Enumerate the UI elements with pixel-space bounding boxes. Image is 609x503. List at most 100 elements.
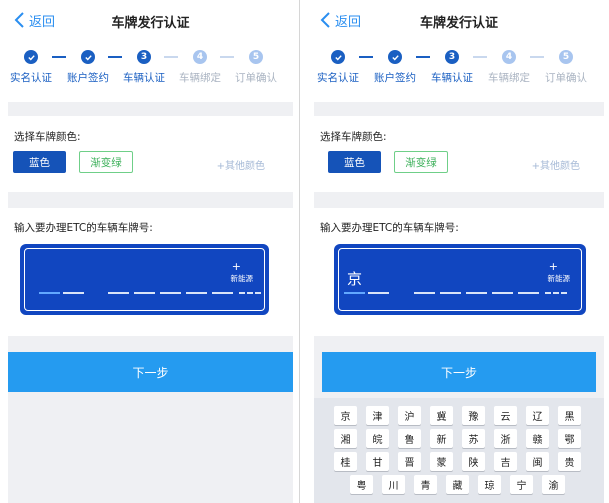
step-number: 5 <box>559 50 573 64</box>
progress-steps: 实名认证 账户签约 3 车辆认证 4 车辆绑定 5 订单确认 <box>314 40 604 102</box>
plate-slot-4[interactable] <box>134 292 155 294</box>
plate-slot-new-energy[interactable] <box>545 292 567 294</box>
plate-color-label: 选择车牌颜色: <box>14 131 81 143</box>
check-icon <box>81 50 95 64</box>
plate-color-section: 选择车牌颜色: 蓝色 渐变绿 +其他颜色 <box>314 116 604 192</box>
step-label: 账户签约 <box>67 72 109 84</box>
plate-color-label: 选择车牌颜色: <box>320 131 387 143</box>
key-province[interactable]: 浙 <box>494 429 517 448</box>
plate-slot-6[interactable] <box>492 292 513 294</box>
key-province[interactable]: 宁 <box>510 475 533 494</box>
plate-slot-3[interactable] <box>414 292 435 294</box>
plate-number-label: 输入要办理ETC的车辆车牌号: <box>14 222 153 234</box>
blue-color-button[interactable]: 蓝色 <box>13 151 66 173</box>
step-5: 5 订单确认 <box>228 50 284 85</box>
next-step-button[interactable]: 下一步 <box>322 352 596 392</box>
step-label: 车辆绑定 <box>179 72 221 84</box>
plate-slot-6[interactable] <box>186 292 207 294</box>
key-province[interactable]: 津 <box>366 406 389 425</box>
plate-slot-2[interactable] <box>63 292 84 294</box>
step-number: 3 <box>445 50 459 64</box>
key-province[interactable]: 赣 <box>526 429 549 448</box>
key-province[interactable]: 蒙 <box>430 452 453 471</box>
key-province[interactable]: 粤 <box>350 475 373 494</box>
key-province[interactable]: 琼 <box>478 475 501 494</box>
plate-number-section: 输入要办理ETC的车辆车牌号: + 新能源 <box>8 208 293 336</box>
plate-border <box>24 248 265 311</box>
nav-bar: 返回 车牌发行认证 <box>314 0 604 40</box>
key-province[interactable]: 桂 <box>334 452 357 471</box>
plate-slot-1[interactable] <box>344 292 365 294</box>
key-province[interactable]: 闽 <box>526 452 549 471</box>
new-energy-label[interactable]: 新能源 <box>548 273 571 284</box>
step-number: 5 <box>249 50 263 64</box>
plate-province-char: 京 <box>346 270 362 288</box>
province-keyboard: 京 津 沪 冀 豫 云 辽 黑 湘 皖 鲁 新 苏 浙 赣 鄂 桂 甘 晋 蒙 … <box>314 398 604 503</box>
plus-icon: + <box>548 260 558 273</box>
step-label: 车辆认证 <box>431 72 473 84</box>
key-province[interactable]: 苏 <box>462 429 485 448</box>
screen-divider <box>299 0 300 503</box>
new-energy-label[interactable]: 新能源 <box>231 273 254 284</box>
key-province[interactable]: 黑 <box>558 406 581 425</box>
key-province[interactable]: 青 <box>414 475 437 494</box>
plate-slot-5[interactable] <box>466 292 487 294</box>
key-province[interactable]: 湘 <box>334 429 357 448</box>
page-title: 车牌发行认证 <box>419 16 498 31</box>
plate-slot-7[interactable] <box>212 292 233 294</box>
check-icon <box>24 50 38 64</box>
key-province[interactable]: 沪 <box>398 406 421 425</box>
key-province[interactable]: 新 <box>430 429 453 448</box>
plate-slot-4[interactable] <box>440 292 461 294</box>
key-province[interactable]: 贵 <box>558 452 581 471</box>
other-colors-link[interactable]: +其他颜色 <box>532 157 580 172</box>
plate-slot-2[interactable] <box>368 292 389 294</box>
progress-steps: 实名认证 账户签约 3 车辆认证 4 车辆绑定 5 订单确认 <box>8 40 293 102</box>
page-title: 车牌发行认证 <box>111 16 190 31</box>
plate-color-section: 选择车牌颜色: 蓝色 渐变绿 +其他颜色 <box>8 116 293 192</box>
key-province[interactable]: 皖 <box>366 429 389 448</box>
plate-slot-new-energy[interactable] <box>239 292 261 294</box>
step-number: 4 <box>502 50 516 64</box>
step-label: 车辆认证 <box>123 72 165 84</box>
key-province[interactable]: 云 <box>494 406 517 425</box>
step-5: 5 订单确认 <box>538 50 594 85</box>
license-plate-input[interactable]: + 新能源 <box>20 244 269 315</box>
nav-bar: 返回 车牌发行认证 <box>8 0 293 40</box>
plate-number-section: 输入要办理ETC的车辆车牌号: 京 + 新能源 <box>314 208 604 336</box>
key-province[interactable]: 鄂 <box>558 429 581 448</box>
key-province[interactable]: 藏 <box>446 475 469 494</box>
step-3: 3 车辆认证 <box>424 50 480 85</box>
check-icon <box>331 50 345 64</box>
blue-color-button[interactable]: 蓝色 <box>328 151 381 173</box>
plate-slot-3[interactable] <box>108 292 129 294</box>
key-province[interactable]: 京 <box>334 406 357 425</box>
key-province[interactable]: 晋 <box>398 452 421 471</box>
phone-screen-left: 返回 车牌发行认证 实名认证 账户签约 3 车辆认证 4 车辆绑定 5 订单确认 <box>8 0 293 503</box>
key-province[interactable]: 甘 <box>366 452 389 471</box>
gradient-green-button[interactable]: 渐变绿 <box>394 151 448 173</box>
plus-icon: + <box>231 260 241 273</box>
key-province[interactable]: 豫 <box>462 406 485 425</box>
other-colors-link[interactable]: +其他颜色 <box>217 157 265 172</box>
key-province[interactable]: 渝 <box>542 475 565 494</box>
plate-slot-5[interactable] <box>160 292 181 294</box>
step-label: 订单确认 <box>235 72 277 84</box>
plate-slot-7[interactable] <box>518 292 539 294</box>
key-province[interactable]: 陕 <box>462 452 485 471</box>
plate-slot-1[interactable] <box>39 292 60 294</box>
key-province[interactable]: 冀 <box>430 406 453 425</box>
step-4: 4 车辆绑定 <box>481 50 537 85</box>
step-2: 账户签约 <box>367 50 423 85</box>
key-province[interactable]: 鲁 <box>398 429 421 448</box>
key-province[interactable]: 吉 <box>494 452 517 471</box>
step-label: 实名认证 <box>10 72 52 84</box>
phone-screen-right: 返回 车牌发行认证 实名认证 账户签约 3 车辆认证 4 车辆绑定 5 订单确认 <box>314 0 604 503</box>
key-province[interactable]: 辽 <box>526 406 549 425</box>
gradient-green-button[interactable]: 渐变绿 <box>79 151 133 173</box>
key-province[interactable]: 川 <box>382 475 405 494</box>
step-label: 账户签约 <box>374 72 416 84</box>
license-plate-input[interactable]: 京 + 新能源 <box>334 244 586 315</box>
next-step-button[interactable]: 下一步 <box>8 352 293 392</box>
step-label: 车辆绑定 <box>488 72 530 84</box>
